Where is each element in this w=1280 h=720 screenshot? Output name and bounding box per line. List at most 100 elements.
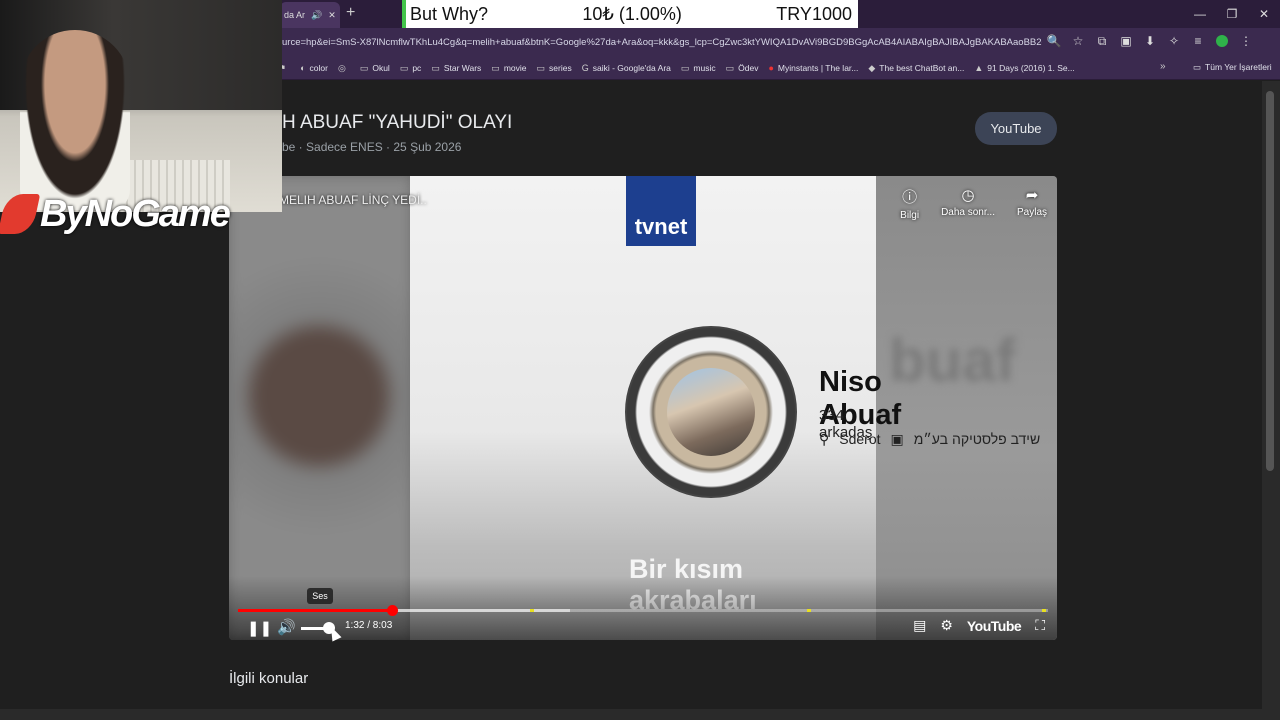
bookmark-folder[interactable]: ▭ Okul <box>360 63 390 74</box>
minimize-icon[interactable]: — <box>1184 0 1216 28</box>
folder-icon: ▭ <box>431 62 440 73</box>
donation-amount: 10₺ (1.00%) <box>582 3 682 24</box>
volume-tooltip: Ses <box>307 588 333 604</box>
bookmark-item[interactable]: ◎ <box>338 63 350 74</box>
site-icon: ● <box>768 63 774 73</box>
related-topics-heading: İlgili konular <box>229 670 309 687</box>
time-display: 1:32 / 8:03 <box>345 620 393 631</box>
subtitles-icon[interactable]: ▤ <box>913 617 926 634</box>
bookmark-item[interactable]: ◐ color <box>300 63 328 73</box>
bynogame-wordmark: ByNoGame <box>40 192 231 235</box>
folder-icon: ▭ <box>491 62 500 73</box>
donation-message: But Why? <box>410 3 489 24</box>
tvnet-logo: tvnet <box>626 176 696 246</box>
tab-title: da Ar <box>284 10 306 20</box>
webcam-overlay <box>0 0 282 212</box>
youtube-logo[interactable]: YouTube <box>967 618 1022 634</box>
globe-icon: ◎ <box>337 62 346 73</box>
bookmark-folder[interactable]: ▭ series <box>537 63 572 74</box>
google-icon: G <box>581 63 589 73</box>
player-title[interactable]: MELIH ABUAF LİNÇ YEDİ.. <box>279 193 427 207</box>
player-controls: ❚❚ 🔊 1:32 / 8:03 ▤ ⚙ YouTube ⛶ <box>229 616 1057 640</box>
window-controls: — ❐ ✕ <box>1184 0 1280 28</box>
folder-icon: ▭ <box>1193 62 1202 72</box>
close-window-icon[interactable]: ✕ <box>1248 0 1280 28</box>
bookmark-item[interactable]: ◆ The best ChatBot an... <box>868 63 964 74</box>
bookmark-folder[interactable]: ▭ movie <box>491 63 526 74</box>
blurred-background-left <box>229 176 411 640</box>
all-bookmarks[interactable]: ▭ Tüm Yer İşaretleri <box>1193 62 1272 73</box>
profile-location: ⚲ Sderot ▣ שידב פלסטיקה בע״מ <box>819 431 1040 448</box>
watch-later-button[interactable]: ◷ Daha sonr... <box>941 186 995 221</box>
blurred-background-right <box>875 176 1057 640</box>
download-icon[interactable]: ⬇ <box>1142 32 1158 50</box>
bookmark-folder[interactable]: ▭ Ödev <box>726 63 759 74</box>
chapter-marker <box>807 609 811 612</box>
video-player[interactable]: buaf tvnet Niso Abuaf 334 arkadaş ⚲ Sder… <box>229 176 1057 640</box>
folder-icon: ▭ <box>725 62 735 73</box>
donation-bar: But Why? 10₺ (1.00%) TRY1000 <box>402 0 858 28</box>
extension-icon[interactable]: ▣ <box>1118 32 1134 50</box>
settings-icon[interactable]: ⚙ <box>940 617 953 634</box>
chapter-marker <box>1042 609 1046 612</box>
color-icon: ◐ <box>300 63 306 73</box>
volume-icon[interactable]: 🔊 <box>277 618 296 636</box>
folder-icon: ▭ <box>399 62 409 73</box>
bynogame-logo-icon <box>0 194 41 234</box>
new-tab-button[interactable]: + <box>346 4 355 22</box>
folder-icon: ▭ <box>536 62 546 73</box>
speaker-icon[interactable]: 🔊 <box>311 10 322 21</box>
address-bar-icons: 🔍 ☆ ⧉ ▣ ⬇ ✧ ≡ ⋮ <box>1046 32 1254 50</box>
translate-icon[interactable]: ⧉ <box>1094 32 1110 50</box>
zoom-icon[interactable]: 🔍 <box>1046 32 1062 50</box>
folder-icon: ▭ <box>680 62 690 73</box>
folder-icon: ▭ <box>359 62 369 73</box>
bookmark-item[interactable]: ● Myinstants | The lar... <box>768 63 858 73</box>
vertical-scrollbar[interactable] <box>1262 81 1280 709</box>
work-text: שידב פלסטיקה בע״מ <box>913 431 1041 447</box>
pause-button[interactable]: ❚❚ <box>247 619 272 637</box>
active-tab[interactable]: da Ar 🔊 ✕ <box>280 2 340 28</box>
chapter-marker <box>530 609 534 612</box>
video-meta: be · Sadece ENES · 25 Şub 2026 <box>282 140 462 154</box>
video-frame: tvnet Niso Abuaf 334 arkadaş ⚲ Sderot ▣ … <box>410 176 1040 640</box>
donation-goal: TRY1000 <box>776 3 852 24</box>
restore-icon[interactable]: ❐ <box>1216 0 1248 28</box>
progress-scrubber[interactable] <box>386 605 398 616</box>
profile-photo <box>667 368 755 456</box>
star-icon[interactable]: ☆ <box>1070 32 1086 50</box>
scroll-thumb[interactable] <box>1266 91 1274 471</box>
bookmark-folder[interactable]: ▭ Star Wars <box>431 63 481 74</box>
site-icon: ▲ <box>974 63 984 73</box>
share-icon: ➦ <box>1025 187 1039 204</box>
streamer <box>20 30 130 210</box>
fullscreen-icon[interactable]: ⛶ <box>1035 617 1045 634</box>
location-pin-icon: ⚲ <box>819 431 830 447</box>
puzzle-icon[interactable]: ✧ <box>1166 32 1182 50</box>
blurred-text: buaf <box>889 327 1016 394</box>
url-field[interactable]: urce=hp&ei=SmS-X87lNcmflwTKhLu4Cg&q=meli… <box>282 34 1042 52</box>
more-bookmarks-icon[interactable]: » <box>1160 61 1166 72</box>
video-title: H ABUAF "YAHUDİ" OLAYI <box>282 112 513 133</box>
bookmark-folder[interactable]: ▭ pc <box>400 63 422 74</box>
youtube-source-button[interactable]: YouTube <box>975 112 1057 145</box>
bookmark-folder[interactable]: ▭ music <box>681 63 716 74</box>
location-text: Sderot <box>839 431 881 447</box>
player-actions: ⓘ Bilgi ◷ Daha sonr... ➦ Paylaş <box>900 186 1047 221</box>
info-button[interactable]: ⓘ Bilgi <box>900 186 919 221</box>
horizontal-scrollbar[interactable] <box>0 709 1280 720</box>
bynogame-overlay: ByNoGame <box>0 188 282 240</box>
work-icon: ▣ <box>890 431 904 447</box>
info-icon: ⓘ <box>902 189 918 206</box>
chatbot-icon: ◆ <box>868 62 876 73</box>
progress-played <box>238 609 392 612</box>
progress-bar[interactable] <box>238 605 1048 616</box>
clock-icon: ◷ <box>961 187 975 204</box>
close-tab-icon[interactable]: ✕ <box>328 10 336 21</box>
profile-icon[interactable] <box>1214 32 1230 50</box>
bookmark-item[interactable]: ▲ 91 Days (2016) 1. Se... <box>974 63 1074 73</box>
media-icon[interactable]: ≡ <box>1190 32 1206 50</box>
bookmark-item[interactable]: Gsaiki - Google'da Ara <box>582 63 671 73</box>
share-button[interactable]: ➦ Paylaş <box>1017 186 1047 221</box>
menu-icon[interactable]: ⋮ <box>1238 32 1254 50</box>
